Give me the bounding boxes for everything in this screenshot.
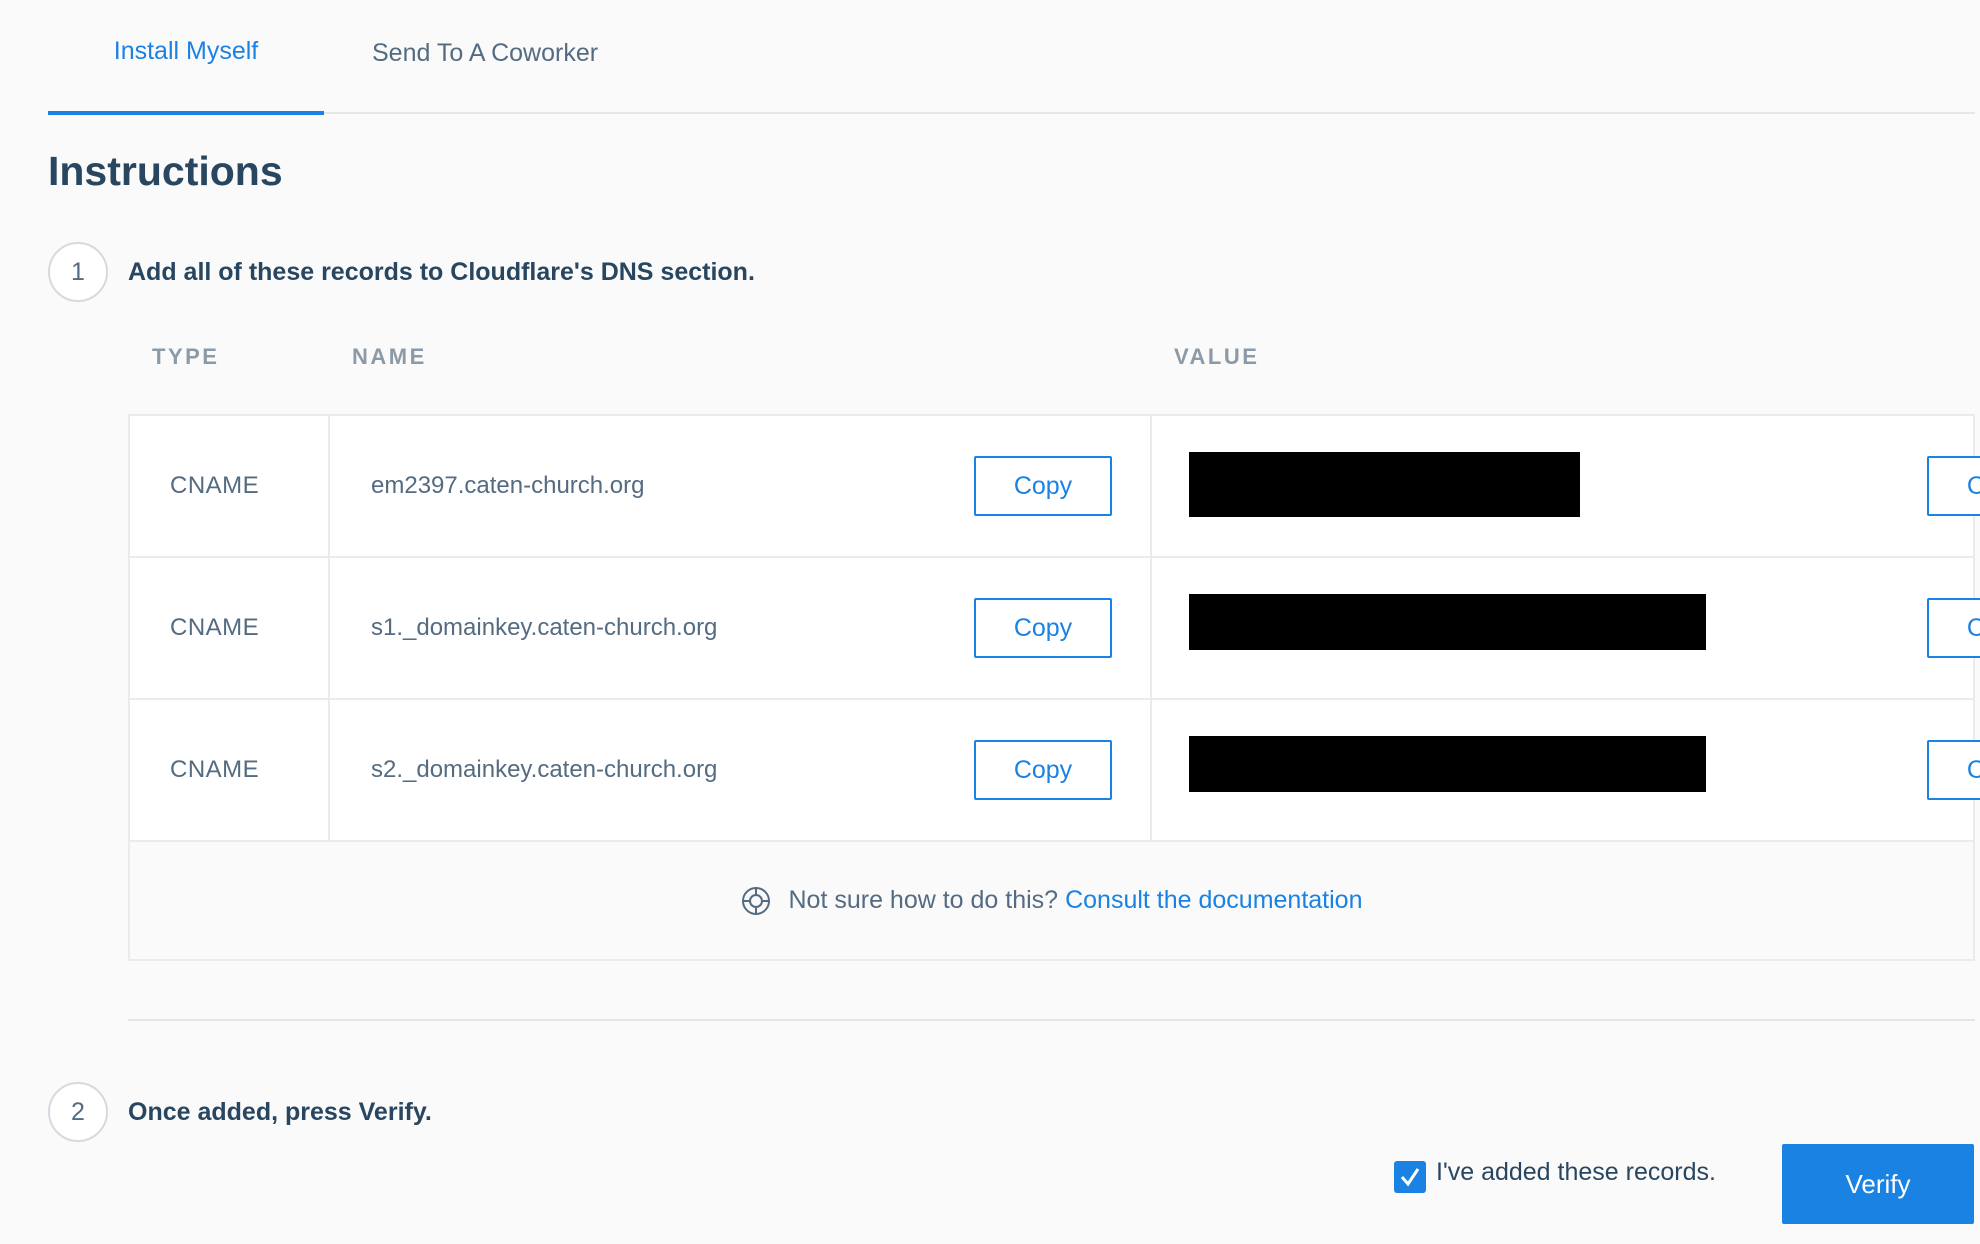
copy-name-button[interactable]: Copy [974,598,1112,658]
copy-value-button[interactable]: Copy [1927,598,1980,658]
table-row: CNAME em2397.caten-church.org Copy Copy [130,416,1980,558]
record-name-cell: s1._domainkey.caten-church.org Copy [330,558,1152,698]
help-row: Not sure how to do this? Consult the doc… [130,842,1973,959]
column-header-name: NAME [352,344,427,369]
record-value-cell: Copy [1152,700,1980,840]
dns-setup-page: Install Myself Send To A Coworker Instru… [0,0,1980,1244]
tab-install-myself[interactable]: Install Myself [48,0,324,115]
column-header-value: VALUE [1174,344,1260,369]
lifebuoy-icon [742,886,771,915]
records-added-checkbox[interactable] [1394,1161,1426,1193]
record-value-cell: Copy [1152,416,1980,556]
documentation-link[interactable]: Consult the documentation [1065,886,1362,915]
column-header-type: TYPE [152,344,220,369]
verify-button[interactable]: Verify [1782,1144,1974,1224]
step-2-text: Once added, press Verify. [128,1098,432,1126]
redacted-value [1189,736,1706,792]
tab-bar: Install Myself Send To A Coworker [48,0,1975,115]
table-row: CNAME s1._domainkey.caten-church.org Cop… [130,558,1980,700]
record-type: CNAME [130,416,330,556]
redacted-value [1189,452,1580,517]
record-name: s1._domainkey.caten-church.org [371,614,718,641]
copy-name-button[interactable]: Copy [974,740,1112,800]
record-name: s2._domainkey.caten-church.org [371,756,718,783]
records-added-label[interactable]: I've added these records. [1436,1158,1716,1187]
tab-send-to-coworker[interactable]: Send To A Coworker [372,0,662,114]
page-title: Instructions [48,148,283,194]
help-text: Not sure how to do this? [788,886,1059,914]
step-1-number: 1 [48,242,108,302]
dns-records-table: CNAME em2397.caten-church.org Copy Copy … [128,414,1980,961]
copy-value-button[interactable]: Copy [1927,456,1980,516]
record-name-cell: em2397.caten-church.org Copy [330,416,1152,556]
step-2-number: 2 [48,1082,108,1142]
record-type: CNAME [130,558,330,698]
redacted-value [1189,594,1706,650]
copy-name-button[interactable]: Copy [974,456,1112,516]
record-name: em2397.caten-church.org [371,472,645,499]
checkmark-icon [1400,1168,1420,1187]
copy-value-button[interactable]: Copy [1927,740,1980,800]
record-type: CNAME [130,700,330,840]
section-divider [128,1019,1975,1021]
table-row: CNAME s2._domainkey.caten-church.org Cop… [130,700,1980,842]
record-value-cell: Copy [1152,558,1980,698]
step-1-text: Add all of these records to Cloudflare's… [128,258,755,286]
record-name-cell: s2._domainkey.caten-church.org Copy [330,700,1152,840]
